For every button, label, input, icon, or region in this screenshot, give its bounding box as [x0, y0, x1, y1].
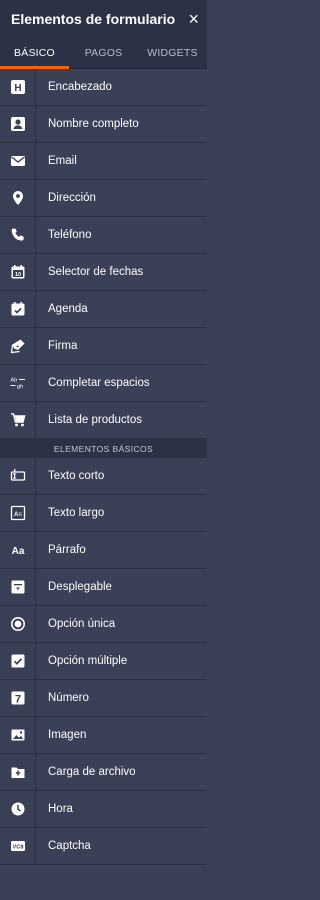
tab-pagos[interactable]: PAGOS: [69, 37, 138, 68]
element-label: Teléfono: [48, 229, 92, 241]
captcha-icon: VC8: [0, 828, 36, 864]
element-texto-corto[interactable]: Texto corto: [0, 458, 207, 495]
element-carga-archivo[interactable]: Carga de archivo: [0, 754, 207, 791]
element-label: Párrafo: [48, 544, 86, 556]
element-label: Opción múltiple: [48, 655, 128, 667]
checkbox-icon: [0, 643, 36, 679]
element-opcion-multiple[interactable]: Opción múltiple: [0, 643, 207, 680]
short-text-icon: [0, 458, 36, 494]
element-texto-largo[interactable]: A≡ Texto largo: [0, 495, 207, 532]
svg-text:10: 10: [14, 272, 20, 278]
element-label: Completar espacios: [48, 377, 150, 389]
panel-header: Elementos de formulario ×: [0, 0, 207, 37]
image-icon: [0, 717, 36, 753]
form-elements-panel: Elementos de formulario × BÁSICO PAGOS W…: [0, 0, 207, 865]
svg-text:Ab: Ab: [10, 378, 17, 384]
element-label: Lista de productos: [48, 414, 142, 426]
element-label: Captcha: [48, 840, 91, 852]
map-pin-icon: [0, 180, 36, 216]
element-imagen[interactable]: Imagen: [0, 717, 207, 754]
element-label: Email: [48, 155, 77, 167]
element-telefono[interactable]: Teléfono: [0, 217, 207, 254]
element-label: Imagen: [48, 729, 87, 741]
element-label: Encabezado: [48, 81, 112, 93]
element-email[interactable]: Email: [0, 143, 207, 180]
element-label: Texto largo: [48, 507, 105, 519]
envelope-icon: [0, 143, 36, 179]
tab-basico[interactable]: BÁSICO: [0, 37, 69, 69]
element-label: Número: [48, 692, 89, 704]
contact-card-icon: [0, 106, 36, 142]
element-captcha[interactable]: VC8 Captcha: [0, 828, 207, 865]
element-lista-productos[interactable]: Lista de productos: [0, 402, 207, 439]
element-label: Desplegable: [48, 581, 112, 593]
panel-title: Elementos de formulario: [11, 10, 176, 27]
element-label: Agenda: [48, 303, 88, 315]
svg-text:Aa: Aa: [11, 546, 24, 557]
number-icon: 7: [0, 680, 36, 716]
element-label: Nombre completo: [48, 118, 139, 130]
element-label: Firma: [48, 340, 78, 352]
element-list-basic: Texto corto A≡ Texto largo Aa Párrafo De…: [0, 458, 207, 865]
svg-text:gh: gh: [17, 384, 23, 390]
tab-widgets[interactable]: WIDGETS: [138, 37, 207, 68]
element-hora[interactable]: Hora: [0, 791, 207, 828]
element-nombre-completo[interactable]: Nombre completo: [0, 106, 207, 143]
radio-icon: [0, 606, 36, 642]
clock-icon: [0, 791, 36, 827]
element-label: Hora: [48, 803, 73, 815]
phone-icon: [0, 217, 36, 253]
element-label: Texto corto: [48, 470, 105, 482]
element-numero[interactable]: 7 Número: [0, 680, 207, 717]
element-opcion-unica[interactable]: Opción única: [0, 606, 207, 643]
folder-upload-icon: [0, 754, 36, 790]
cart-icon: [0, 402, 36, 438]
element-selector-fechas[interactable]: 10 Selector de fechas: [0, 254, 207, 291]
svg-text:H: H: [14, 83, 21, 94]
svg-text:VC8: VC8: [12, 845, 23, 851]
calendar-icon: 10: [0, 254, 36, 290]
calendar-check-icon: [0, 291, 36, 327]
fill-blank-icon: Ab gh: [0, 365, 36, 401]
element-agenda[interactable]: Agenda: [0, 291, 207, 328]
element-label: Dirección: [48, 192, 96, 204]
element-encabezado[interactable]: H Encabezado: [0, 69, 207, 106]
element-label: Opción única: [48, 618, 116, 630]
element-firma[interactable]: Firma: [0, 328, 207, 365]
element-list-top: H Encabezado Nombre completo Email Direc…: [0, 69, 207, 439]
element-direccion[interactable]: Dirección: [0, 180, 207, 217]
element-completar-espacios[interactable]: Ab gh Completar espacios: [0, 365, 207, 402]
dropdown-icon: [0, 569, 36, 605]
element-parrafo[interactable]: Aa Párrafo: [0, 532, 207, 569]
close-icon[interactable]: ×: [188, 10, 199, 28]
element-label: Selector de fechas: [48, 266, 144, 278]
element-label: Carga de archivo: [48, 766, 136, 778]
svg-text:A≡: A≡: [14, 512, 22, 518]
paragraph-icon: Aa: [0, 532, 36, 568]
heading-icon: H: [0, 69, 36, 105]
tab-bar: BÁSICO PAGOS WIDGETS: [0, 37, 207, 69]
pen-icon: [0, 328, 36, 364]
section-header-basic: ELEMENTOS BÁSICOS: [0, 439, 207, 458]
svg-text:7: 7: [14, 693, 20, 705]
element-desplegable[interactable]: Desplegable: [0, 569, 207, 606]
long-text-icon: A≡: [0, 495, 36, 531]
